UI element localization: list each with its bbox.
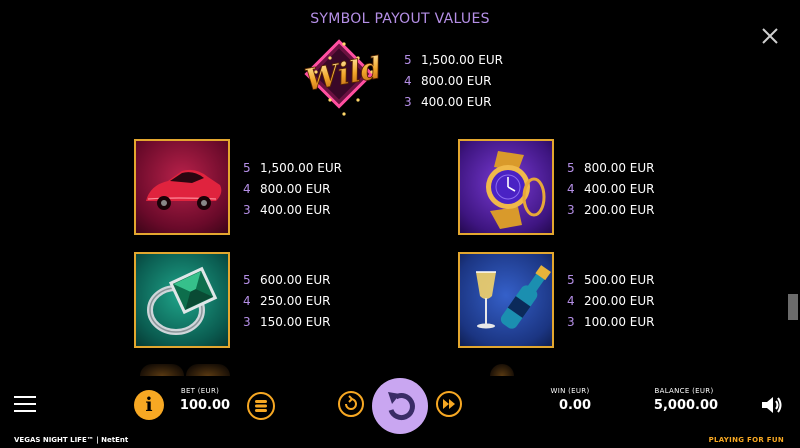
payout-row: 5 1,500.00 EUR [243,161,342,175]
ring-symbol [134,252,230,348]
game-name: VEGAS NIGHT LIFE™ | NetEnt [14,436,129,444]
bet-label: BET (EUR) [180,387,220,395]
coin-stack-icon[interactable] [246,391,276,421]
faded-symbol-edge [490,364,514,376]
champagne-symbol [458,252,554,348]
balance-value: 5,000.00 [653,398,719,413]
wild-label: Wild [302,51,384,99]
speaker-icon[interactable] [760,394,784,416]
payout-row: 4 400.00 EUR [567,182,655,196]
watch-symbol [458,139,554,235]
scrollbar-thumb[interactable] [788,294,798,320]
payout-row: 4 250.00 EUR [243,294,331,308]
spin-button[interactable] [372,378,428,434]
payout-row: 3 200.00 EUR [567,203,655,217]
wild-symbol: Wild [302,39,385,116]
payout-row: 5 1,500.00 EUR [404,53,503,67]
payout-row: 3 100.00 EUR [567,315,655,329]
menu-icon[interactable] [14,396,36,414]
play-mode: PLAYING FOR FUN [708,436,784,444]
info-icon[interactable]: i [134,390,164,420]
close-icon[interactable] [758,24,782,48]
ring-payouts: 5 600.00 EUR 4 250.00 EUR 3 150.00 EUR [243,270,331,333]
spin-icon [388,392,415,421]
payout-row: 5 500.00 EUR [567,273,655,287]
balance-label: BALANCE (EUR) [654,387,714,395]
wild-payouts: 5 1,500.00 EUR 4 800.00 EUR 3 400.00 EUR [404,50,503,113]
payout-row: 3 400.00 EUR [243,203,331,217]
autoplay-icon[interactable] [337,390,365,418]
watch-payouts: 5 800.00 EUR 4 400.00 EUR 3 200.00 EUR [567,158,655,221]
watch-icon [486,151,546,229]
page-title: SYMBOL PAYOUT VALUES [310,11,490,27]
payout-row: 3 150.00 EUR [243,315,331,329]
payout-row: 5 800.00 EUR [567,161,655,175]
faded-symbol-edge [186,364,230,376]
car-payouts: 5 1,500.00 EUR 4 800.00 EUR 3 400.00 EUR [243,158,342,221]
champagne-payouts: 5 500.00 EUR 4 200.00 EUR 3 100.00 EUR [567,270,655,333]
car-icon [146,169,222,210]
bet-value: 100.00 [179,398,231,413]
payout-row: 4 800.00 EUR [404,74,492,88]
ring-icon [147,266,218,335]
win-label: WIN (EUR) [550,387,590,395]
payout-row: 4 200.00 EUR [567,294,655,308]
champagne-icon [476,265,551,329]
fast-forward-icon[interactable] [435,390,463,418]
car-symbol [134,139,230,235]
payout-row: 4 800.00 EUR [243,182,331,196]
faded-symbol-edge [140,364,184,376]
win-value: 0.00 [558,398,592,413]
payout-row: 5 600.00 EUR [243,273,331,287]
payout-row: 3 400.00 EUR [404,95,492,109]
